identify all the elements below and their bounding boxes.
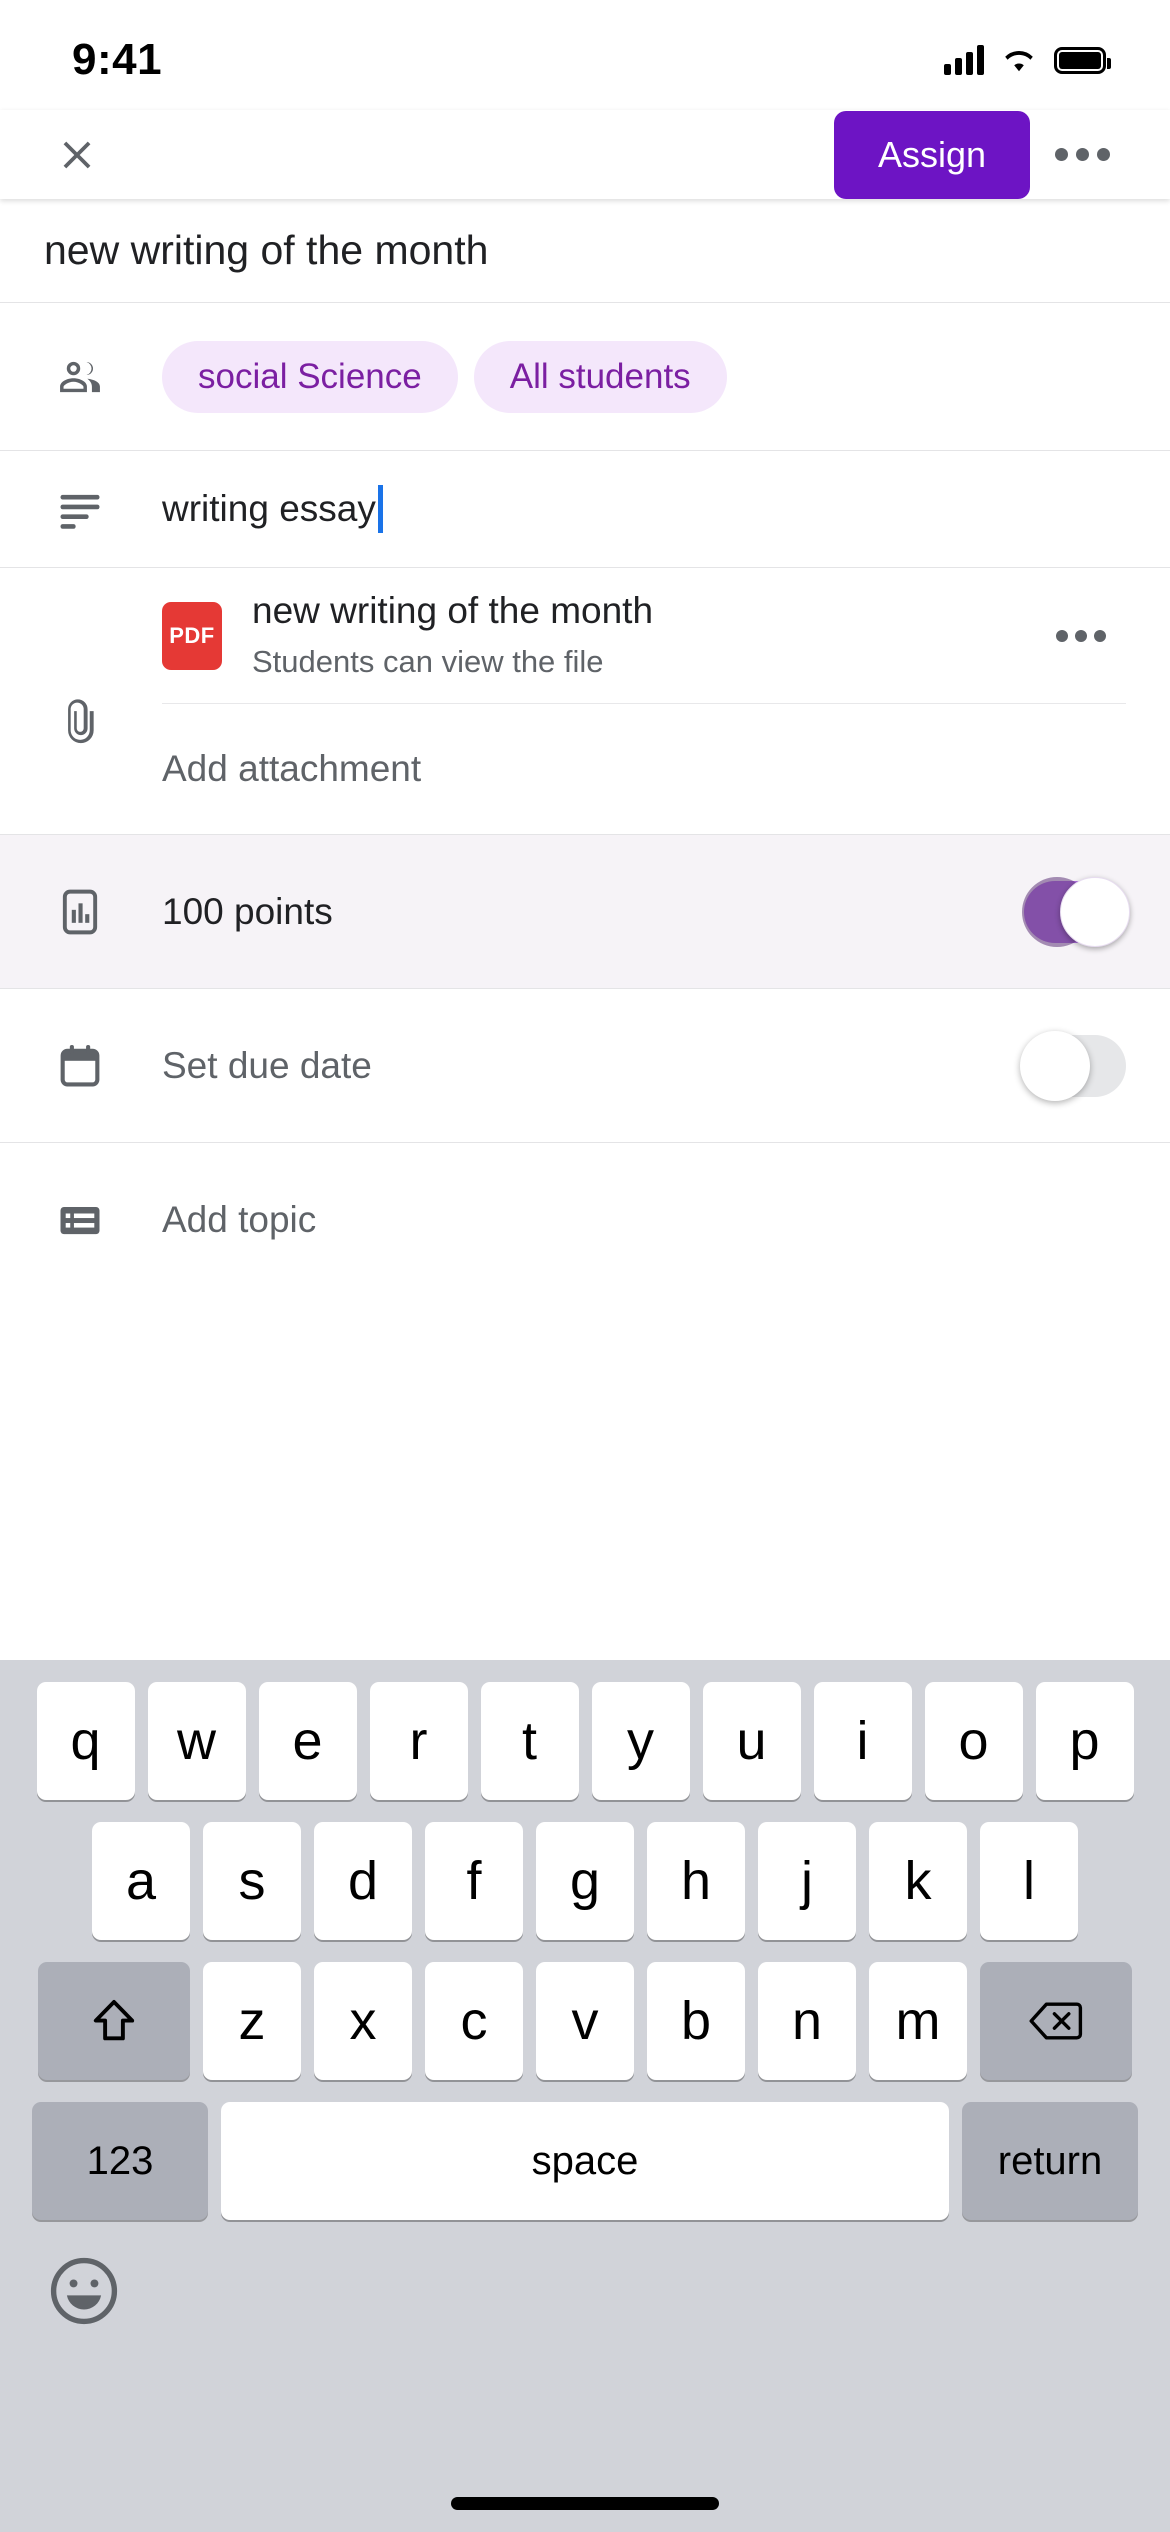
key-z[interactable]: z [203, 1962, 301, 2080]
key-k[interactable]: k [869, 1822, 967, 1940]
attachments-section: PDF new writing of the month Students ca… [0, 568, 1170, 835]
attachments-list: PDF new writing of the month Students ca… [162, 568, 1126, 834]
close-button[interactable] [34, 112, 120, 198]
points-row[interactable]: 100 points [0, 835, 1170, 989]
key-l[interactable]: l [980, 1822, 1078, 1940]
space-key[interactable]: space [221, 2102, 949, 2220]
key-c[interactable]: c [425, 1962, 523, 2080]
key-t[interactable]: t [480, 1682, 579, 1800]
key-i[interactable]: i [813, 1682, 912, 1800]
more-options-icon [1056, 629, 1068, 642]
numbers-key[interactable]: 123 [32, 2102, 208, 2220]
backspace-key[interactable] [980, 1962, 1132, 2080]
due-date-row[interactable]: Set due date [0, 989, 1170, 1143]
key-j[interactable]: j [758, 1822, 856, 1940]
more-options-icon [1054, 148, 1068, 161]
calendar-icon [44, 1040, 162, 1092]
status-bar-time: 9:41 [72, 35, 163, 84]
key-g[interactable]: g [536, 1822, 634, 1940]
backspace-icon [1029, 2002, 1083, 2040]
keyboard-row-4: 123 space return [0, 2102, 1170, 2220]
app-bar-actions: Assign [833, 110, 1126, 199]
assignment-title[interactable]: new writing of the month [44, 227, 488, 274]
key-a[interactable]: a [92, 1822, 190, 1940]
key-x[interactable]: x [314, 1962, 412, 2080]
pdf-file-icon: PDF [162, 601, 222, 670]
points-icon [44, 886, 162, 938]
wifi-icon [1000, 45, 1038, 75]
app-bar: Assign [0, 110, 1170, 199]
topic-label: Add topic [162, 1199, 317, 1240]
description-icon [44, 483, 162, 535]
topic-list-icon [44, 1194, 162, 1246]
assign-button[interactable]: Assign [833, 110, 1030, 199]
toggle-knob [1020, 1030, 1090, 1101]
on-screen-keyboard: q w e r t y u i o p a s d f g h j k l z … [0, 1660, 1170, 2532]
key-f[interactable]: f [425, 1822, 523, 1940]
add-attachment-button[interactable]: Add attachment [162, 704, 1126, 834]
more-options-button[interactable] [1038, 111, 1126, 199]
audience-chips: social Science All students [162, 340, 727, 413]
due-date-label: Set due date [162, 1044, 372, 1086]
shift-icon [93, 1999, 135, 2041]
points-toggle[interactable] [1022, 876, 1130, 947]
audience-chip-course[interactable]: social Science [162, 340, 458, 413]
keyboard-bottom-bar [0, 2220, 1170, 2340]
key-e[interactable]: e [258, 1682, 357, 1800]
key-o[interactable]: o [924, 1682, 1023, 1800]
return-key[interactable]: return [962, 2102, 1138, 2220]
toggle-knob [1060, 876, 1130, 947]
key-v[interactable]: v [536, 1962, 634, 2080]
key-s[interactable]: s [203, 1822, 301, 1940]
instructions-input[interactable]: writing essay [162, 488, 376, 530]
points-label: 100 points [162, 890, 333, 932]
attachment-text: new writing of the month Students can vi… [252, 588, 1036, 682]
close-icon [63, 141, 91, 168]
instructions-row[interactable]: writing essay [0, 451, 1170, 568]
topic-row[interactable]: Add topic [0, 1143, 1170, 1297]
key-w[interactable]: w [147, 1682, 246, 1800]
keyboard-row-3: z x c v b n m [0, 1962, 1170, 2080]
cellular-signal-icon [944, 45, 984, 75]
assignment-form: new writing of the month social Science … [0, 199, 1170, 1297]
attachment-item[interactable]: PDF new writing of the month Students ca… [162, 568, 1126, 704]
key-q[interactable]: q [36, 1682, 135, 1800]
key-m[interactable]: m [869, 1962, 967, 2080]
attachment-name: new writing of the month [252, 590, 654, 632]
status-bar-icons [944, 35, 1111, 75]
attachment-permission: Students can view the file [252, 643, 604, 679]
status-bar: 9:41 [0, 0, 1170, 110]
key-b[interactable]: b [647, 1962, 745, 2080]
key-d[interactable]: d [314, 1822, 412, 1940]
key-p[interactable]: p [1035, 1682, 1134, 1800]
key-n[interactable]: n [758, 1962, 856, 2080]
keyboard-row-1: q w e r t y u i o p [0, 1682, 1170, 1800]
people-icon [44, 351, 162, 403]
home-indicator [451, 2497, 719, 2510]
key-r[interactable]: r [369, 1682, 468, 1800]
assignment-title-row[interactable]: new writing of the month [0, 199, 1170, 303]
due-date-toggle[interactable] [1020, 1030, 1126, 1101]
emoji-key[interactable] [46, 2253, 122, 2329]
audience-row[interactable]: social Science All students [0, 303, 1170, 451]
key-y[interactable]: y [591, 1682, 690, 1800]
keyboard-row-2: a s d f g h j k l [0, 1822, 1170, 1940]
key-u[interactable]: u [702, 1682, 801, 1800]
attachment-options-button[interactable] [1036, 629, 1126, 642]
battery-icon [1054, 46, 1111, 74]
emoji-icon [50, 2257, 118, 2325]
key-h[interactable]: h [647, 1822, 745, 1940]
attachment-icon [44, 568, 162, 834]
audience-chip-students[interactable]: All students [473, 340, 727, 413]
instructions-text-wrap[interactable]: writing essay [162, 485, 383, 533]
shift-key[interactable] [38, 1962, 190, 2080]
text-caret [377, 485, 383, 533]
